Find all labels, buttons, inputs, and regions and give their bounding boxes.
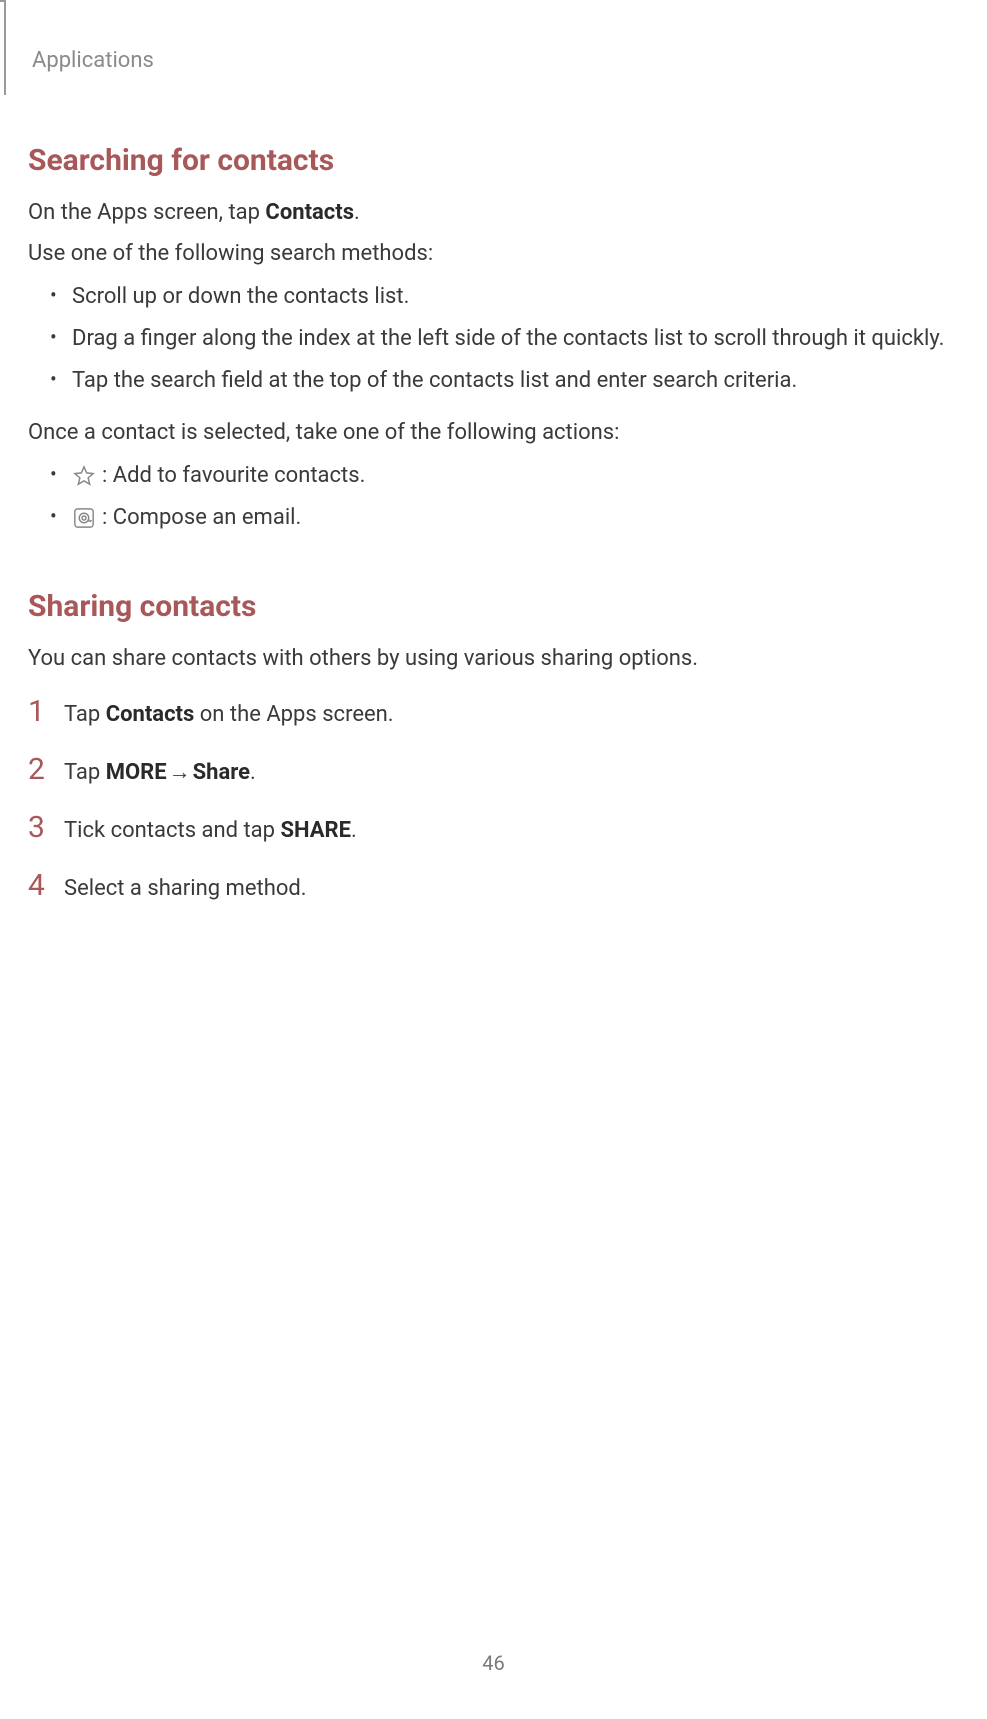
step-bold-2: Share: [193, 760, 250, 785]
list-item: : Compose an email.: [50, 501, 959, 535]
search-methods-label: Use one of the following search methods:: [28, 237, 959, 270]
email-icon: [72, 506, 96, 530]
step-pre: Tick contacts and tap: [64, 818, 280, 843]
search-actions-label: Once a contact is selected, take one of …: [28, 416, 959, 449]
step-text: Select a sharing method.: [64, 876, 307, 901]
step-post: .: [351, 818, 357, 843]
list-item: Drag a finger along the index at the lef…: [50, 322, 959, 356]
step-post: .: [250, 760, 256, 785]
search-icon-list: : Add to favourite contacts. : Compose a…: [50, 459, 959, 535]
step-pre: Tap: [64, 702, 106, 727]
search-methods-list: Scroll up or down the contacts list. Dra…: [50, 280, 959, 398]
step-text: Tick contacts and tap SHARE.: [64, 818, 357, 843]
step-pre: Select a sharing method.: [64, 876, 307, 901]
heading-searching: Searching for contacts: [28, 143, 959, 178]
list-item: 2 Tap MORE → Share.: [28, 755, 959, 785]
step-post: on the Apps screen.: [194, 702, 393, 727]
step-text: Tap Contacts on the Apps screen.: [64, 702, 394, 727]
heading-sharing: Sharing contacts: [28, 589, 959, 624]
step-bold: Contacts: [106, 702, 195, 727]
step-pre: Tap: [64, 760, 106, 785]
step-number: 2: [28, 755, 48, 785]
page-header: Applications: [32, 48, 959, 73]
page-number: 46: [0, 1651, 987, 1675]
list-item: 1 Tap Contacts on the Apps screen.: [28, 697, 959, 727]
arrow-icon: →: [169, 759, 191, 785]
search-intro: On the Apps screen, tap Contacts.: [28, 196, 959, 229]
search-intro-bold: Contacts: [265, 200, 354, 225]
page-corner-tab: [0, 0, 6, 95]
icon-bullet-text: : Compose an email.: [102, 501, 301, 535]
step-number: 4: [28, 871, 48, 901]
list-item: Tap the search field at the top of the c…: [50, 364, 959, 398]
search-intro-post: .: [354, 200, 360, 225]
list-item: Scroll up or down the contacts list.: [50, 280, 959, 314]
star-icon: [72, 464, 96, 488]
step-number: 1: [28, 697, 48, 727]
list-item: 4 Select a sharing method.: [28, 871, 959, 901]
icon-bullet-text: : Add to favourite contacts.: [102, 459, 365, 493]
step-bold: MORE: [106, 760, 167, 785]
search-intro-pre: On the Apps screen, tap: [28, 200, 265, 225]
share-intro: You can share contacts with others by us…: [28, 642, 959, 675]
step-bold: SHARE: [280, 818, 351, 843]
list-item: : Add to favourite contacts.: [50, 459, 959, 493]
list-item: 3 Tick contacts and tap SHARE.: [28, 813, 959, 843]
step-number: 3: [28, 813, 48, 843]
share-steps: 1 Tap Contacts on the Apps screen. 2 Tap…: [28, 697, 959, 901]
step-text: Tap MORE → Share.: [64, 759, 256, 785]
